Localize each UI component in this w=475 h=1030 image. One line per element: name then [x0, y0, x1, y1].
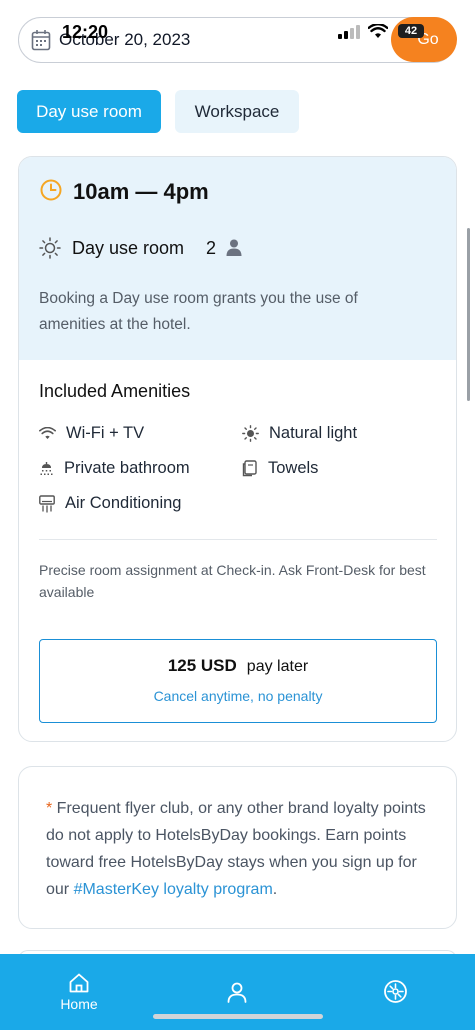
battery-indicator: 42	[398, 24, 424, 38]
status-icons	[338, 24, 388, 39]
masterkey-link[interactable]: #MasterKey loyalty program	[74, 881, 273, 898]
calendar-icon	[31, 30, 51, 51]
status-time: 12:20	[62, 22, 109, 42]
room-assignment-note: Precise room assignment at Check-in. Ask…	[39, 562, 426, 600]
price-option[interactable]: 125 USD pay later Cancel anytime, no pena…	[39, 639, 437, 723]
user-icon[interactable]	[225, 980, 249, 1004]
clock-icon	[40, 179, 62, 201]
shower-icon	[40, 461, 53, 475]
room-hours: 10am — 4pm	[73, 179, 209, 204]
amenity-towels: Towels	[242, 459, 318, 478]
loyalty-card: * Frequent flyer club, or any other bran…	[18, 766, 457, 929]
guest-count: 2	[206, 238, 217, 258]
price-line: 125 USD pay later	[40, 656, 436, 676]
sun-icon	[39, 237, 61, 259]
sun-icon	[242, 425, 259, 442]
amenity-label: Private bathroom	[64, 459, 190, 477]
towel-icon	[242, 460, 257, 477]
room-description: Booking a Day use room grants you the us…	[39, 290, 358, 333]
amenity-label: Wi-Fi + TV	[66, 424, 145, 442]
nav-home[interactable]: Home	[50, 972, 108, 1012]
amenity-wifi-tv: Wi-Fi + TV	[39, 424, 144, 443]
amenity-label: Towels	[268, 459, 319, 477]
ac-icon	[39, 494, 55, 513]
amenity-natural-light: Natural light	[242, 424, 357, 443]
wifi-icon	[39, 427, 56, 439]
loyalty-text: * Frequent flyer club, or any other bran…	[46, 795, 431, 903]
room-summary: 10am — 4pm Day use room 2 Booking a Day …	[19, 157, 456, 360]
nav-home-label: Home	[60, 996, 98, 1012]
home-indicator[interactable]	[153, 1014, 323, 1019]
price-amount: 125 USD	[167, 656, 237, 675]
cancel-policy: Cancel anytime, no penalty	[153, 688, 323, 704]
amenities-title: Included Amenities	[39, 381, 191, 401]
settings-icon[interactable]	[383, 979, 408, 1004]
wifi-status-icon	[368, 24, 388, 38]
amenity-air-conditioning: Air Conditioning	[39, 494, 181, 513]
scrollbar[interactable]	[467, 228, 470, 401]
tab-workspace[interactable]: Workspace	[175, 90, 299, 133]
home-icon	[69, 973, 89, 993]
room-type: Day use room	[72, 238, 185, 258]
divider	[39, 539, 437, 540]
cellular-signal-icon	[338, 24, 360, 39]
payment-mode: pay later	[246, 658, 309, 675]
amenity-label: Air Conditioning	[65, 494, 182, 512]
amenity-label: Natural light	[269, 424, 358, 442]
room-card: 10am — 4pm Day use room 2 Booking a Day …	[18, 156, 457, 742]
tab-day-use-room[interactable]: Day use room	[17, 90, 161, 133]
person-icon	[226, 239, 242, 256]
amenity-private-bathroom: Private bathroom	[39, 459, 190, 478]
loyalty-end: .	[272, 881, 278, 898]
